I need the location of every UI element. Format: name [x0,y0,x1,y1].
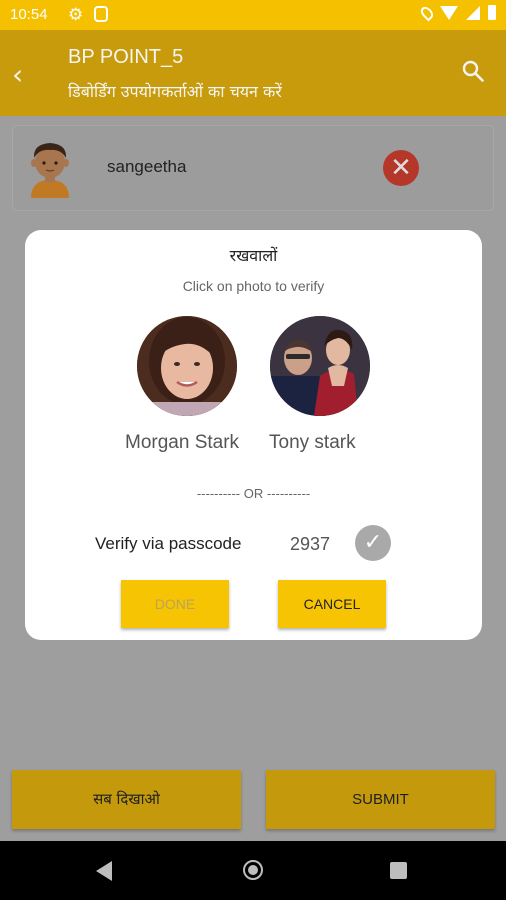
remove-user-button[interactable]: ✕ [383,150,419,186]
passcode-value: 2937 [290,534,331,554]
user-card: sangeetha ✕ [13,126,493,210]
cancel-button[interactable]: CANCEL [278,580,386,628]
verify-passcode-label: Verify via passcode [95,534,242,553]
verify-check-button[interactable]: ✓ [355,525,391,561]
page-title: BP POINT_5 [68,46,184,68]
guardian-name-2[interactable]: Tony stark [269,432,356,454]
wifi-icon [440,5,458,20]
back-arrow-icon[interactable]: ‹ [12,58,23,91]
status-bar: 10:54 ⚙ [0,0,506,30]
done-button[interactable]: DONE [121,580,229,628]
battery-icon [488,5,496,20]
submit-button[interactable]: SUBMIT [266,770,495,829]
location-icon [418,4,436,21]
guardian-name-1[interactable]: Morgan Stark [125,432,239,454]
gear-icon: ⚙ [68,5,84,25]
dialog-title: रखवालों [229,246,278,265]
avatar [31,143,69,198]
guardian-photo-morgan[interactable] [137,316,237,416]
close-icon: ✕ [390,153,412,183]
nav-home-icon[interactable] [243,860,263,880]
guardian-portrait-tony [270,316,370,416]
check-icon: ✓ [363,530,383,555]
dialog-subtitle: Click on photo to verify [182,278,325,294]
signal-icon [466,5,480,20]
system-nav-bar [0,841,506,900]
status-time: 10:54 [10,6,48,23]
app-bar: ‹ BP POINT_5 डिबोर्डिंग उपयोगकर्ताओं का … [0,30,506,116]
or-divider: ---------- OR ---------- [196,486,311,501]
verify-dialog: रखवालों Click on photo to verify Morgan … [25,230,482,640]
user-name: sangeetha [107,157,187,176]
show-all-button[interactable]: सब दिखाओ [12,770,241,829]
page-subtitle: डिबोर्डिंग उपयोगकर्ताओं का चयन करें [68,82,282,101]
nav-recents-icon[interactable] [390,862,407,879]
search-icon[interactable] [462,60,484,82]
guardian-portrait-morgan [137,316,237,416]
guardian-photo-tony[interactable] [270,316,370,416]
train-icon [94,6,108,22]
nav-back-icon[interactable] [96,861,112,881]
